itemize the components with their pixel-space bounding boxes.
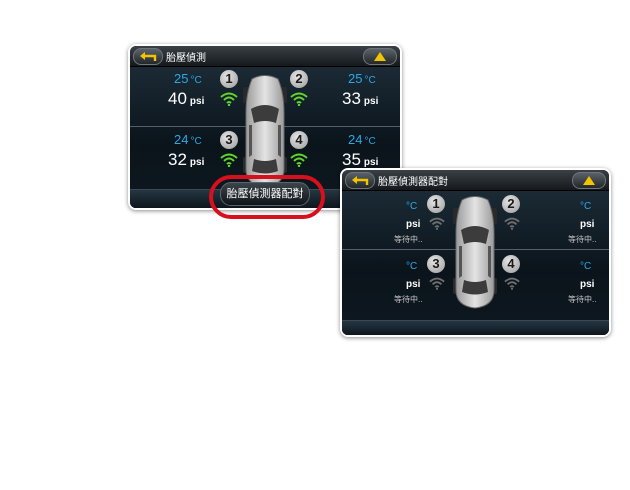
wifi-signal-icon <box>220 92 238 106</box>
sensor-pairing-screen: 胎壓偵測器配對 °C psi 等待中.. 1 2 °C psi 等待中.. °C… <box>340 168 611 337</box>
up-button[interactable] <box>572 172 606 189</box>
tire4-pressure: 35 psi <box>342 150 379 169</box>
wifi-signal-icon <box>220 153 238 167</box>
back-button[interactable] <box>133 48 163 65</box>
tire2-badge: 2 <box>502 195 520 213</box>
up-button[interactable] <box>363 48 397 65</box>
tire1-pressure: psi <box>406 219 421 230</box>
tire3-temp: °C <box>406 261 418 272</box>
sensor-pairing-button[interactable]: 胎壓偵測器配對 <box>220 182 310 206</box>
back-arrow-icon <box>352 176 369 185</box>
tire1-badge: 1 <box>220 70 238 88</box>
tire3-badge: 3 <box>220 131 238 149</box>
tire4-badge: 4 <box>502 255 520 273</box>
tire3-pressure: 32 psi <box>168 150 205 169</box>
up-triangle-icon <box>374 52 386 61</box>
tire1-temp: 25 °C <box>174 71 202 86</box>
up-triangle-icon <box>583 176 595 185</box>
title-bar: 胎壓偵測器配對 <box>342 170 609 191</box>
tire4-temp: 24 °C <box>348 132 376 147</box>
tire-panel: °C psi 等待中.. 1 2 °C psi 等待中.. °C psi 等待中… <box>342 191 609 335</box>
wifi-signal-icon <box>429 277 445 290</box>
tire4-badge: 4 <box>290 131 308 149</box>
title-bar: 胎壓偵測 <box>130 46 400 67</box>
tire2-temp: 25 °C <box>348 71 376 86</box>
tire3-temp: 24 °C <box>174 132 202 147</box>
car-top-view-icon <box>243 75 287 188</box>
wifi-signal-icon <box>429 217 445 230</box>
tire2-pressure: 33 psi <box>342 89 379 108</box>
tire2-badge: 2 <box>290 70 308 88</box>
back-button[interactable] <box>345 172 375 189</box>
wifi-signal-icon <box>290 153 308 167</box>
wifi-signal-icon <box>504 217 520 230</box>
tire2-status: 等待中.. <box>568 235 597 244</box>
tire3-pressure: psi <box>406 279 421 290</box>
page-title: 胎壓偵測器配對 <box>378 177 448 188</box>
tire3-badge: 3 <box>427 255 445 273</box>
wifi-signal-icon <box>290 92 308 106</box>
tire1-pressure: 40 psi <box>168 89 205 108</box>
back-arrow-icon <box>140 52 157 61</box>
tire3-status: 等待中.. <box>394 295 423 304</box>
tire4-status: 等待中.. <box>568 295 597 304</box>
page-title: 胎壓偵測 <box>166 53 206 64</box>
tire2-pressure: psi <box>580 219 595 230</box>
tire4-temp: °C <box>580 261 592 272</box>
tire2-temp: °C <box>580 201 592 212</box>
car-top-view-icon <box>453 196 497 309</box>
tire1-temp: °C <box>406 201 418 212</box>
bottom-bar <box>342 320 609 335</box>
tire1-badge: 1 <box>427 195 445 213</box>
wifi-signal-icon <box>504 277 520 290</box>
tire4-pressure: psi <box>580 279 595 290</box>
tire1-status: 等待中.. <box>394 235 423 244</box>
